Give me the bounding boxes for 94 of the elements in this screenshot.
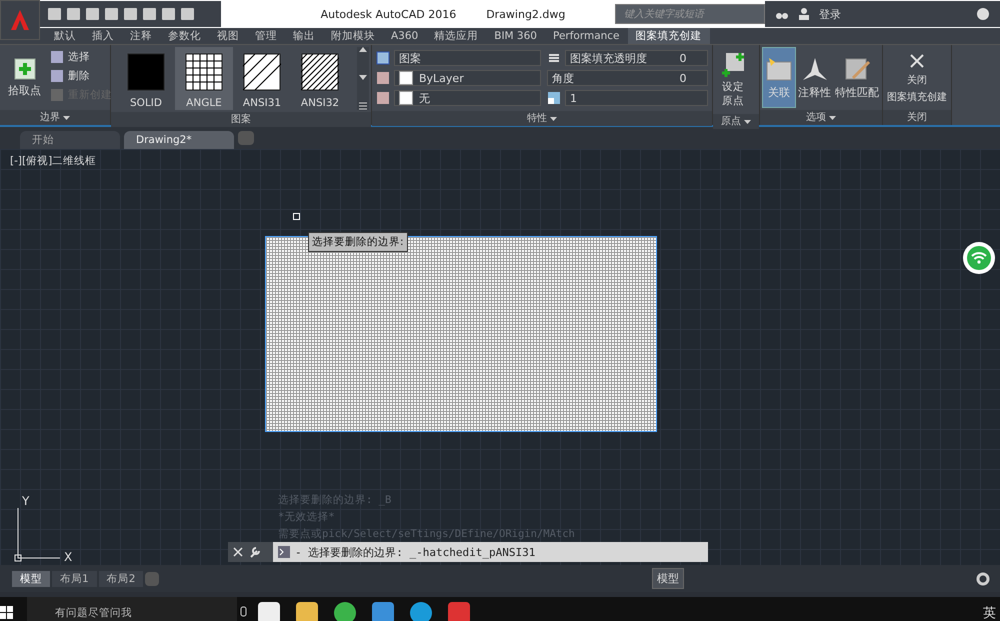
boundary-action-button[interactable]: 删除	[49, 68, 113, 84]
taskbar-search-field[interactable]: 有问题尽管问我	[27, 597, 237, 621]
toolbar-icon[interactable]	[67, 8, 80, 20]
hatch-link-icon	[765, 56, 793, 82]
toolbar-icon[interactable]	[86, 8, 99, 20]
toolbar-icon[interactable]	[48, 8, 61, 20]
app-title: Autodesk AutoCAD 2016	[320, 8, 456, 20]
layout-tab[interactable]: 布局2	[98, 570, 144, 586]
panel-title[interactable]: 特性	[372, 111, 712, 126]
prompt-icon	[278, 546, 290, 558]
toolbar-icon[interactable]	[143, 8, 156, 20]
letter-a-logo-icon	[9, 8, 31, 32]
taskbar-app-icon[interactable]	[334, 602, 356, 621]
solid-swatch-icon	[127, 53, 165, 91]
panel-title[interactable]: 原点	[713, 114, 759, 129]
document-tab[interactable]: Drawing2*	[124, 131, 234, 149]
panel-title[interactable]: 选项	[760, 110, 882, 125]
angle-value: 0	[678, 72, 688, 84]
background-color-dropdown[interactable]: 无	[394, 90, 541, 106]
file-name: Drawing2.dwg	[486, 8, 566, 20]
paintbrush-icon	[843, 56, 871, 82]
dropdown-caret-icon	[63, 116, 70, 120]
wifi-icon[interactable]	[962, 241, 996, 275]
panel-title: 关闭	[883, 110, 951, 125]
command-text: - 选择要删除的边界: _-hatchedit_pANSI31	[295, 544, 536, 560]
model-space-button[interactable]: 模型	[652, 568, 684, 589]
tooltip: 选择要删除的边界:	[308, 232, 408, 252]
close-hatch-button[interactable]: 关闭 图案填充创建	[883, 49, 951, 106]
transparency-value: 0	[678, 52, 688, 64]
new-layout-button[interactable]	[145, 572, 160, 586]
ribbon-tab[interactable]: A360	[383, 29, 426, 43]
diagonal-hatch-icon	[301, 53, 339, 91]
pick-points-button[interactable]: 拾取点	[4, 49, 45, 106]
taskbar-app-icon[interactable]	[258, 602, 280, 621]
layers-icon	[547, 51, 561, 65]
ribbon-tab[interactable]: BIM 360	[486, 29, 545, 43]
ribbon-tab[interactable]: 视图	[209, 28, 247, 44]
ribbon-tab[interactable]: 管理	[247, 28, 285, 44]
hatch-color-dropdown[interactable]: ByLayer	[394, 70, 541, 86]
windows-logo-icon	[0, 606, 13, 619]
login-link[interactable]: 登录	[819, 6, 841, 22]
scroll-down-icon	[359, 74, 367, 80]
input-method-indicator[interactable]: 英	[983, 604, 996, 621]
option-button[interactable]: 注释性	[796, 47, 833, 108]
angle-field[interactable]: 角度 0	[547, 70, 708, 86]
ribbon-tab[interactable]: 输出	[285, 28, 323, 44]
dropdown-caret-icon	[550, 116, 557, 120]
axis-label: X	[64, 550, 72, 564]
toolbar-icon[interactable]	[124, 8, 137, 20]
gallery-scroller[interactable]	[357, 47, 369, 110]
user-icon	[797, 7, 811, 21]
origin-icon	[720, 51, 746, 77]
application-menu-button[interactable]	[0, 0, 40, 40]
search-field[interactable]: 键入关键字或短语	[615, 4, 765, 24]
diagonal-hatch-icon	[243, 53, 281, 91]
ribbon-tab[interactable]: 默认	[46, 28, 84, 44]
expand-gallery-icon	[359, 102, 367, 110]
ucs-axes-icon	[14, 508, 62, 562]
document-tab[interactable]: 开始	[20, 131, 120, 149]
toolbar-icon[interactable]	[105, 8, 118, 20]
ribbon-tab[interactable]: 精选应用	[426, 28, 486, 44]
plus-icon	[14, 58, 36, 80]
close-icon	[232, 546, 244, 558]
scroll-up-icon	[359, 47, 367, 52]
pattern-swatch[interactable]: ANGLE	[175, 47, 233, 110]
grid-pattern-icon	[185, 53, 223, 91]
axis-label: Y	[22, 494, 30, 508]
scale-spinner[interactable]: 1	[565, 90, 708, 106]
dropdown-caret-icon	[829, 116, 836, 120]
close-icon	[908, 52, 926, 70]
viewport-label[interactable]: [-][俯视]二维线框	[10, 154, 96, 168]
ribbon-tab[interactable]: 图案填充创建	[628, 28, 710, 44]
layout-tab[interactable]: 布局1	[52, 570, 97, 586]
ribbon-tab[interactable]: 参数化	[160, 28, 209, 44]
panel-title: 图案	[111, 112, 371, 127]
ribbon-tab[interactable]: 插入	[84, 28, 122, 44]
ribbon-tab[interactable]: Performance	[544, 29, 628, 43]
scale-icon	[547, 91, 561, 105]
transparency-field[interactable]: 图案填充透明度 0	[565, 50, 708, 66]
option-button[interactable]: 特性匹配	[833, 47, 881, 108]
pick-cursor	[293, 213, 300, 220]
hatch-type-icon	[376, 51, 390, 65]
dropdown-caret-icon	[744, 120, 751, 124]
toolbar-icon[interactable]	[181, 8, 194, 20]
ribbon-tab[interactable]: 注释	[122, 28, 160, 44]
hatch-type-dropdown[interactable]: 图案	[394, 50, 541, 66]
boundary-action-button[interactable]: 选择	[49, 49, 113, 65]
layout-tab[interactable]: 模型	[12, 570, 50, 586]
toolbar-icon[interactable]	[162, 8, 175, 20]
new-tab-button[interactable]	[238, 131, 254, 145]
wrench-icon	[249, 546, 261, 558]
panel-title[interactable]: 边界	[0, 110, 110, 125]
set-origin-button[interactable]: 设定原点	[713, 49, 753, 110]
ribbon-tab[interactable]: 附加模块	[323, 28, 383, 44]
